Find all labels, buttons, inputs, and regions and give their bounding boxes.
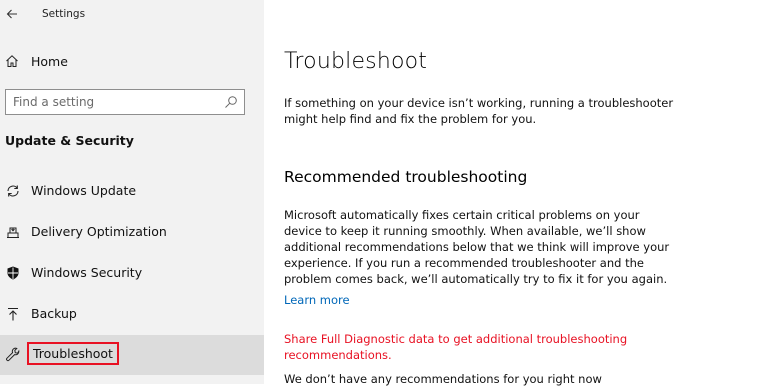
sidebar: Settings Home Update & Security Windows … (0, 0, 264, 384)
wrench-icon (6, 347, 20, 362)
learn-more-link[interactable]: Learn more (284, 293, 350, 307)
sidebar-item-label: Windows Update (31, 183, 137, 198)
sidebar-item-windows-security[interactable]: Windows Security (0, 253, 264, 293)
home-nav-item[interactable]: Home (0, 48, 264, 76)
recommended-troubleshooting-heading: Recommended troubleshooting (284, 168, 528, 186)
sidebar-item-backup[interactable]: Backup (0, 294, 264, 334)
main-content: Troubleshoot If something on your device… (284, 0, 754, 386)
sidebar-item-delivery-optimization[interactable]: Delivery Optimization (0, 212, 264, 252)
search-input[interactable] (13, 93, 213, 111)
share-diagnostic-data-link[interactable]: Share Full Diagnostic data to get additi… (284, 331, 644, 363)
back-button[interactable] (2, 4, 22, 24)
backup-arrow-icon (8, 307, 18, 321)
sidebar-item-label: Delivery Optimization (31, 224, 167, 239)
back-arrow-icon (6, 9, 17, 19)
sync-icon (7, 185, 19, 197)
section-title: Update & Security (5, 133, 134, 148)
title-bar: Settings (0, 0, 264, 32)
sidebar-item-troubleshoot[interactable]: Troubleshoot (0, 335, 264, 375)
no-recommendations-text: We don’t have any recommendations for yo… (284, 372, 602, 386)
page-title: Troubleshoot (284, 49, 428, 74)
shield-icon (7, 266, 19, 280)
delivery-optimization-icon (7, 227, 19, 238)
home-label: Home (31, 54, 68, 69)
intro-text: If something on your device isn’t workin… (284, 96, 674, 126)
recommended-description: Microsoft automatically fixes certain cr… (284, 208, 670, 286)
sidebar-item-label: Windows Security (31, 265, 143, 280)
search-box[interactable] (5, 89, 245, 115)
search-icon[interactable] (224, 95, 238, 109)
home-icon (6, 55, 18, 67)
sidebar-item-label: Troubleshoot (27, 342, 119, 365)
sidebar-item-windows-update[interactable]: Windows Update (0, 171, 264, 211)
app-title: Settings (42, 8, 86, 20)
sidebar-item-label: Backup (31, 306, 77, 321)
